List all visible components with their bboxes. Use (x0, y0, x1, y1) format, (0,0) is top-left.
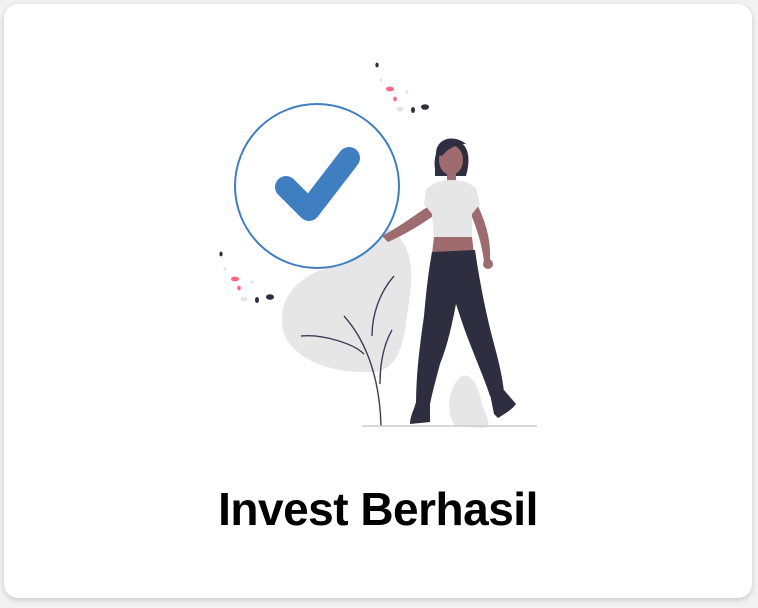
success-title: Invest Berhasil (218, 483, 538, 535)
success-dialog-card: Invest Berhasil (4, 4, 752, 598)
check-circle-icon (234, 103, 400, 269)
success-checkmark-illustration (219, 62, 537, 428)
confetti-left (219, 251, 274, 303)
confetti-top (375, 62, 429, 113)
